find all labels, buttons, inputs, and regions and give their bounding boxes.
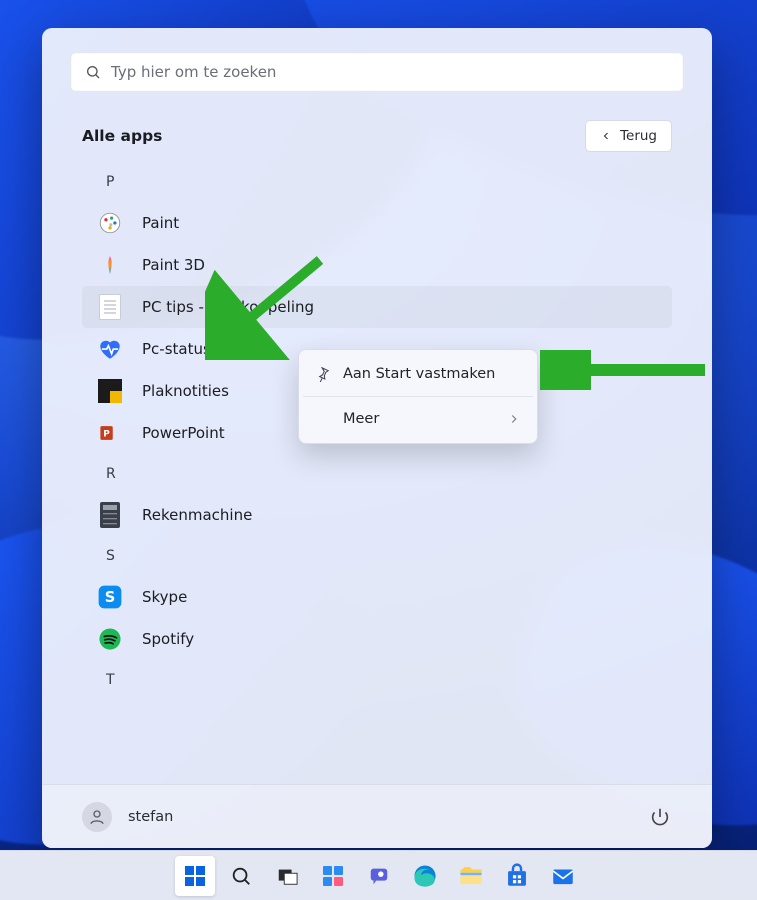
app-item-spotify[interactable]: Spotify: [82, 618, 672, 660]
app-item-paint[interactable]: Paint: [82, 202, 672, 244]
document-icon: [96, 293, 124, 321]
app-label: PC tips - Snelkoppeling: [142, 298, 314, 316]
search-box[interactable]: [70, 52, 684, 92]
app-label: Spotify: [142, 630, 194, 648]
user-name: stefan: [128, 809, 173, 825]
app-label: Skype: [142, 588, 187, 606]
taskbar: [0, 850, 757, 900]
power-button[interactable]: [648, 805, 672, 829]
taskbar-start[interactable]: [175, 856, 215, 896]
taskbar-widgets[interactable]: [313, 856, 353, 896]
letter-header-r[interactable]: R: [82, 454, 672, 494]
svg-text:P: P: [103, 429, 110, 439]
spotify-icon: [96, 625, 124, 653]
letter-header-s[interactable]: S: [82, 536, 672, 576]
paint-icon: [96, 209, 124, 237]
app-item-rekenmachine[interactable]: Rekenmachine: [82, 494, 672, 536]
context-menu: Aan Start vastmaken Meer: [298, 349, 538, 444]
powerpoint-icon: P: [96, 419, 124, 447]
taskbar-chat[interactable]: [359, 856, 399, 896]
context-menu-label: Aan Start vastmaken: [343, 366, 495, 382]
stickynotes-icon: [96, 377, 124, 405]
svg-text:S: S: [105, 589, 116, 606]
app-label: Paint 3D: [142, 256, 205, 274]
chevron-left-icon: [600, 130, 612, 142]
taskbar-store[interactable]: [497, 856, 537, 896]
health-icon: [96, 335, 124, 363]
back-button[interactable]: Terug: [585, 120, 672, 152]
all-apps-heading: Alle apps: [82, 127, 162, 145]
taskbar-mail[interactable]: [543, 856, 583, 896]
context-menu-pin[interactable]: Aan Start vastmaken: [303, 354, 533, 394]
paint3d-icon: [96, 251, 124, 279]
search-input[interactable]: [111, 63, 669, 81]
app-label: Plaknotities: [142, 382, 229, 400]
app-label: PowerPoint: [142, 424, 225, 442]
app-label: Paint: [142, 214, 179, 232]
app-item-paint3d[interactable]: Paint 3D: [82, 244, 672, 286]
letter-header-t[interactable]: T: [82, 660, 672, 700]
user-button[interactable]: stefan: [82, 802, 173, 832]
taskbar-explorer[interactable]: [451, 856, 491, 896]
app-label: Pc-statuscontrole: [142, 340, 272, 358]
taskbar-edge[interactable]: [405, 856, 445, 896]
avatar-icon: [82, 802, 112, 832]
apps-list: P Paint Paint 3D PC tips - Snelkoppeling…: [42, 162, 712, 784]
skype-icon: S: [96, 583, 124, 611]
taskbar-taskview[interactable]: [267, 856, 307, 896]
start-footer: stefan: [42, 784, 712, 848]
back-button-label: Terug: [620, 128, 657, 144]
divider: [303, 396, 533, 397]
pin-icon: [315, 366, 331, 382]
context-menu-label: Meer: [343, 411, 379, 427]
search-icon: [85, 64, 101, 80]
taskbar-search[interactable]: [221, 856, 261, 896]
app-item-pctips[interactable]: PC tips - Snelkoppeling: [82, 286, 672, 328]
context-menu-more[interactable]: Meer: [303, 399, 533, 439]
app-item-skype[interactable]: S Skype: [82, 576, 672, 618]
letter-header-p[interactable]: P: [82, 162, 672, 202]
chevron-right-icon: [507, 412, 521, 426]
app-label: Rekenmachine: [142, 506, 252, 524]
calculator-icon: [96, 501, 124, 529]
